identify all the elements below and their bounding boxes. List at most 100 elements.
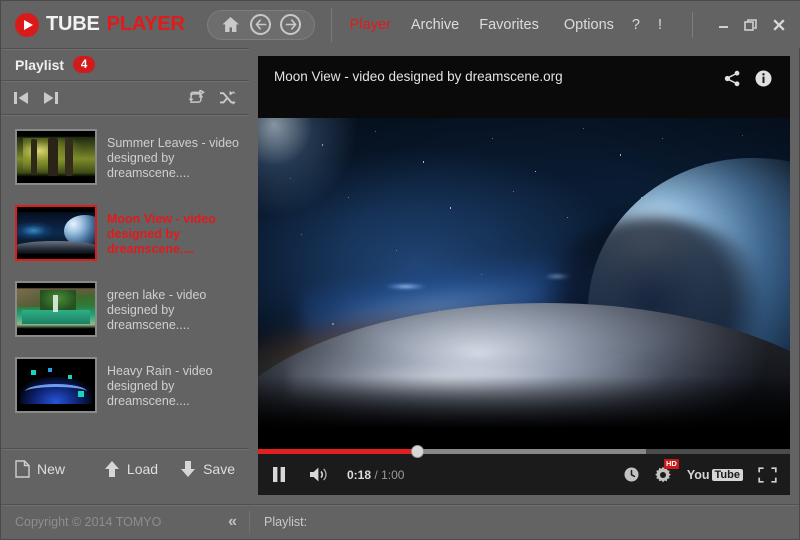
repeat-button[interactable] [187, 89, 205, 106]
load-label: Load [126, 461, 159, 477]
fullscreen-icon [758, 466, 777, 483]
shuffle-icon [220, 90, 236, 105]
minimize-icon [718, 26, 728, 28]
thumbnail-heavy-rain [15, 357, 97, 413]
playlist-footer: New Load Save [1, 448, 249, 504]
clock-icon [624, 467, 639, 482]
playlist-panel: Playlist 4 Summer Leaves - video designe… [1, 48, 249, 504]
settings-button[interactable]: HD [654, 458, 679, 484]
save-playlist-button[interactable]: Save [180, 460, 235, 478]
pause-icon [273, 467, 285, 482]
arrow-left-icon [250, 14, 272, 35]
playlist-controls [1, 81, 249, 114]
list-item-label: Summer Leaves - video designed by dreams… [107, 136, 240, 180]
tab-player[interactable]: Player [350, 17, 391, 33]
new-label: New [37, 461, 66, 477]
youtube-tube-text: Tube [711, 468, 743, 481]
playlist-count-badge: 4 [73, 56, 96, 73]
thumbnail-green-lake [15, 281, 97, 337]
thumbnail-summer-leaves [15, 129, 97, 185]
load-playlist-button[interactable]: Load [104, 460, 158, 478]
info-icon [755, 70, 772, 87]
title-bar: TUBE PLAYER Player Archive Favorites Opt… [1, 1, 800, 48]
brand-tube-text: TUBE [46, 13, 100, 35]
left-controls: 0:18 / 1:00 [271, 466, 404, 483]
shuffle-button[interactable] [219, 90, 237, 106]
tab-favorites[interactable]: Favorites [479, 17, 539, 33]
hd-badge: HD [664, 458, 679, 469]
save-label: Save [203, 461, 235, 477]
navigation-group [206, 9, 315, 40]
home-icon [222, 17, 240, 32]
previous-track-button[interactable] [13, 90, 30, 106]
previous-track-icon [14, 91, 28, 104]
video-title: Moon View - video designed by dreamscene… [274, 69, 563, 84]
star-flare [385, 283, 426, 289]
file-icon [15, 460, 30, 478]
next-track-icon [44, 91, 58, 104]
total-time: 1:00 [381, 467, 405, 482]
status-bar: Copyright © 2014 TOMYO « Playlist: [1, 504, 799, 539]
playlist-items[interactable]: Summer Leaves - video designed by dreams… [1, 114, 249, 448]
thumbnail-moon-view [15, 205, 97, 261]
options-button[interactable]: Options [564, 17, 614, 33]
close-button[interactable] [771, 17, 787, 33]
arrow-down-icon [181, 461, 196, 477]
list-item-label: Moon View - video designed by dreamscene… [107, 212, 216, 256]
new-playlist-button[interactable]: New [15, 460, 65, 478]
forward-button[interactable] [277, 12, 305, 38]
current-time: 0:18 [347, 467, 372, 482]
maximize-button[interactable] [743, 17, 759, 33]
watch-later-button[interactable] [624, 467, 639, 482]
tube-player-window: TUBE PLAYER Player Archive Favorites Opt… [0, 0, 800, 540]
play-logo-icon [15, 12, 39, 37]
fullscreen-button[interactable] [758, 466, 777, 483]
window-buttons-divider [692, 11, 693, 38]
playlist-header: Playlist 4 [1, 49, 249, 80]
toolbar-divider [330, 7, 332, 42]
arrow-up-icon [104, 461, 119, 477]
volume-icon [310, 467, 327, 482]
divider [1, 504, 799, 505]
window-buttons [715, 17, 800, 33]
list-item[interactable]: Heavy Rain - video designed by dreamscen… [1, 352, 249, 418]
video-title-icons [724, 69, 772, 92]
home-button[interactable] [217, 12, 245, 38]
copyright-area: Copyright © 2014 TOMYO « [1, 504, 249, 539]
playlist-status-text: Playlist: [264, 514, 308, 529]
video-title-bar: Moon View - video designed by dreamscene… [258, 56, 790, 118]
next-track-button[interactable] [42, 90, 59, 106]
youtube-logo[interactable]: You Tube [687, 468, 743, 482]
back-button[interactable] [247, 12, 275, 38]
about-button[interactable]: ! [658, 17, 662, 33]
list-item-label: green lake - video designed by dreamscen… [107, 288, 207, 332]
tab-archive[interactable]: Archive [411, 17, 459, 33]
list-item[interactable]: Moon View - video designed by dreamscene… [1, 200, 249, 266]
video-player[interactable]: Moon View - video designed by dreamscene… [258, 56, 790, 495]
list-item[interactable]: green lake - video designed by dreamscen… [1, 276, 249, 342]
right-controls: HD You Tube [624, 458, 777, 484]
repeat-icon [188, 89, 205, 103]
share-icon [724, 70, 740, 87]
youtube-you-text: You [686, 467, 710, 482]
help-button[interactable]: ? [632, 17, 640, 33]
list-item[interactable]: Summer Leaves - video designed by dreams… [1, 124, 249, 190]
time-display: 0:18 / 1:00 [347, 468, 404, 482]
video-frame [258, 118, 790, 449]
volume-button[interactable] [309, 466, 329, 483]
video-controls: 0:18 / 1:00 HD You Tube [258, 445, 790, 495]
playlist-title: Playlist [15, 56, 65, 73]
time-separator: / [374, 467, 378, 482]
player-panel: Moon View - video designed by dreamscene… [250, 48, 799, 504]
arrow-right-icon [280, 14, 302, 35]
bottom-fade [258, 376, 790, 449]
list-item-label: Heavy Rain - video designed by dreamscen… [107, 364, 213, 408]
pause-button[interactable] [271, 466, 287, 483]
share-button[interactable] [724, 70, 741, 92]
collapse-panel-button[interactable]: « [228, 513, 237, 531]
info-button[interactable] [755, 70, 772, 92]
playlist-file-actions: New Load Save [1, 449, 249, 489]
copyright-text: Copyright © 2014 TOMYO [15, 514, 162, 529]
minimize-button[interactable] [715, 17, 731, 33]
maximize-icon [744, 18, 757, 31]
